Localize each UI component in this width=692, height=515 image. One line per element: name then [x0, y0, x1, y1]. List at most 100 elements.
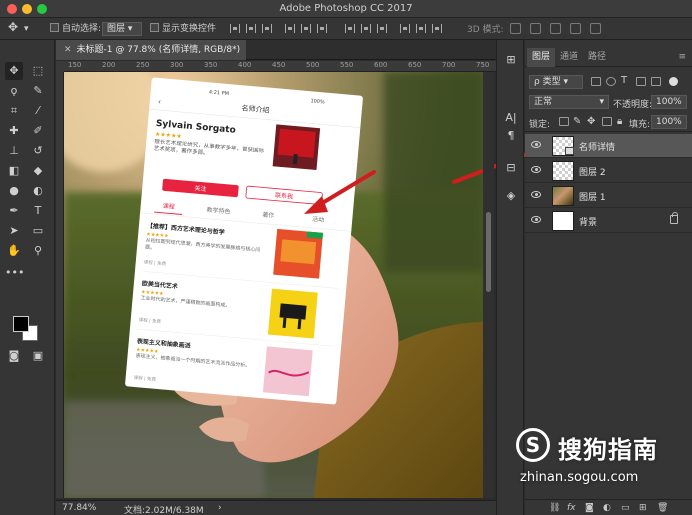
lock-transparent-icon[interactable]: [559, 117, 569, 126]
clone-stamp-tool-icon[interactable]: ⊥: [5, 142, 23, 160]
delete-layer-trash-icon[interactable]: 🗑︎: [657, 503, 668, 513]
3d-rotate-icon[interactable]: [510, 23, 521, 34]
more-tools-icon[interactable]: •••: [5, 264, 24, 282]
auto-select-checkbox[interactable]: 自动选择:: [50, 22, 101, 36]
lock-all-icon[interactable]: 🔒︎: [617, 116, 622, 127]
tab-channels[interactable]: 通道: [555, 48, 583, 67]
visibility-eye-icon[interactable]: [531, 141, 541, 148]
tab-paths[interactable]: 路径: [583, 48, 611, 67]
healing-brush-tool-icon[interactable]: ✚: [5, 122, 23, 140]
distribute-bottom-icon[interactable]: [377, 24, 387, 33]
distribute-vcenter-icon[interactable]: [361, 24, 371, 33]
history-panel-icon[interactable]: ⊞: [503, 52, 519, 68]
layer-name[interactable]: 图层 2: [579, 165, 606, 178]
3d-roll-icon[interactable]: [530, 23, 541, 34]
filter-shape-icon[interactable]: [636, 77, 646, 86]
fx-icon[interactable]: fx: [567, 503, 576, 513]
auto-select-dropdown[interactable]: 图层 ▾: [102, 22, 142, 36]
visibility-eye-icon[interactable]: [531, 191, 541, 198]
layer-name[interactable]: 名师详情: [579, 140, 615, 153]
layer-row-layer-1[interactable]: 图层 1: [525, 184, 692, 208]
tab-layers[interactable]: 图层: [527, 48, 556, 67]
align-hcenter-icon[interactable]: [301, 24, 311, 33]
layer-name[interactable]: 背景: [579, 215, 597, 228]
filter-type-icon[interactable]: T: [621, 75, 627, 86]
quick-select-tool-icon[interactable]: ✎: [29, 82, 47, 100]
tool-preset-chevron-icon[interactable]: ▾: [24, 22, 29, 36]
eraser-tool-icon[interactable]: ◧: [5, 162, 23, 180]
filter-pixel-icon[interactable]: [591, 77, 601, 86]
layer-row-layer-2[interactable]: 图层 2: [525, 159, 692, 183]
crop-tool-icon[interactable]: ⌗: [5, 102, 23, 120]
lock-artboard-icon[interactable]: [602, 117, 612, 126]
status-menu-arrow-icon[interactable]: ›: [218, 503, 222, 513]
quick-mask-icon[interactable]: ◙: [5, 347, 23, 365]
lock-position-icon[interactable]: ✥: [587, 116, 595, 127]
distribute-right-icon[interactable]: [432, 24, 442, 33]
align-left-icon[interactable]: [285, 24, 295, 33]
align-vcenter-icon[interactable]: [246, 24, 256, 33]
marquee-tool-icon[interactable]: ⬚: [29, 62, 47, 80]
vertical-scrollbar[interactable]: [483, 72, 494, 498]
character-panel-icon[interactable]: A|: [503, 110, 519, 126]
distribute-left-icon[interactable]: [400, 24, 410, 33]
align-right-icon[interactable]: [317, 24, 327, 33]
move-tool-icon[interactable]: ✥: [5, 62, 23, 80]
layer-filter-dropdown[interactable]: ρ 类型 ▾: [529, 75, 583, 89]
history-brush-tool-icon[interactable]: ↺: [29, 142, 47, 160]
paint-bucket-tool-icon[interactable]: ◆: [29, 162, 47, 180]
zoom-level[interactable]: 77.84%: [62, 503, 96, 513]
filter-toggle-icon[interactable]: [669, 77, 678, 86]
3d-scale-icon[interactable]: [590, 23, 601, 34]
layer-row-background[interactable]: 背景: [525, 209, 692, 233]
visibility-eye-icon[interactable]: [531, 216, 541, 223]
align-top-icon[interactable]: [230, 24, 240, 33]
close-tab-icon[interactable]: ✕: [64, 45, 72, 55]
layer-name[interactable]: 图层 1: [579, 190, 606, 203]
type-tool-icon[interactable]: T: [29, 202, 47, 220]
lasso-tool-icon[interactable]: ϙ: [5, 82, 23, 100]
blend-mode-dropdown[interactable]: 正常 ▾: [529, 95, 609, 109]
new-group-folder-icon[interactable]: ▭: [621, 503, 630, 513]
lock-image-icon[interactable]: ✎: [573, 116, 581, 127]
fill-input[interactable]: 100%: [651, 115, 687, 129]
show-transform-checkbox[interactable]: 显示变换控件: [150, 22, 216, 36]
rectangle-tool-icon[interactable]: ▭: [29, 222, 47, 240]
zoom-tool-icon[interactable]: ⚲: [29, 242, 47, 260]
checkbox-icon: [150, 23, 159, 32]
add-mask-icon[interactable]: ◙: [585, 503, 594, 513]
pen-tool-icon[interactable]: ✒: [5, 202, 23, 220]
path-selection-tool-icon[interactable]: ➤: [5, 222, 23, 240]
screen-mode-icon[interactable]: ▣: [29, 347, 47, 365]
adjustment-layer-icon[interactable]: ◐: [603, 503, 611, 513]
blur-tool-icon[interactable]: ●: [5, 182, 23, 200]
move-tool-icon[interactable]: ✥: [8, 20, 18, 34]
layers-panel-icon[interactable]: ◈: [503, 188, 519, 204]
distribute-hcenter-icon[interactable]: [416, 24, 426, 33]
panel-menu-icon[interactable]: ≡: [678, 52, 686, 62]
phone-tab-events[interactable]: 活动: [312, 215, 325, 224]
document-tab[interactable]: ✕未标题-1 @ 77.8% (名师详情, RGB/8*) *: [56, 40, 246, 75]
eyedropper-tool-icon[interactable]: ⁄: [29, 102, 47, 120]
phone-tab-works[interactable]: 著作: [262, 211, 275, 220]
scrollbar-thumb[interactable]: [486, 212, 491, 292]
foreground-color-swatch[interactable]: [13, 316, 29, 332]
hand-tool-icon[interactable]: ✋: [5, 242, 23, 260]
brush-tool-icon[interactable]: ✐: [29, 122, 47, 140]
opacity-input[interactable]: 100%: [651, 95, 687, 109]
phone-tab-courses[interactable]: 课程: [162, 202, 175, 211]
layer-row-teacher-detail[interactable]: 名师详情: [525, 134, 692, 158]
visibility-eye-icon[interactable]: [531, 166, 541, 173]
3d-pan-icon[interactable]: [550, 23, 561, 34]
align-bottom-icon[interactable]: [262, 24, 272, 33]
new-layer-icon[interactable]: ⊞: [639, 503, 647, 513]
3d-slide-icon[interactable]: [570, 23, 581, 34]
properties-panel-icon[interactable]: ⊟: [503, 160, 519, 176]
filter-smart-object-icon[interactable]: [651, 77, 661, 86]
dodge-tool-icon[interactable]: ◐: [29, 182, 47, 200]
document-canvas[interactable]: 4:21 PM 100% ‹ 名师介绍 Sylvain Sorgato ★★★★…: [64, 72, 483, 498]
link-layers-icon[interactable]: ⛓: [549, 503, 560, 513]
distribute-top-icon[interactable]: [345, 24, 355, 33]
filter-adjustment-icon[interactable]: [606, 77, 616, 86]
paragraph-panel-icon[interactable]: ¶: [503, 128, 519, 144]
